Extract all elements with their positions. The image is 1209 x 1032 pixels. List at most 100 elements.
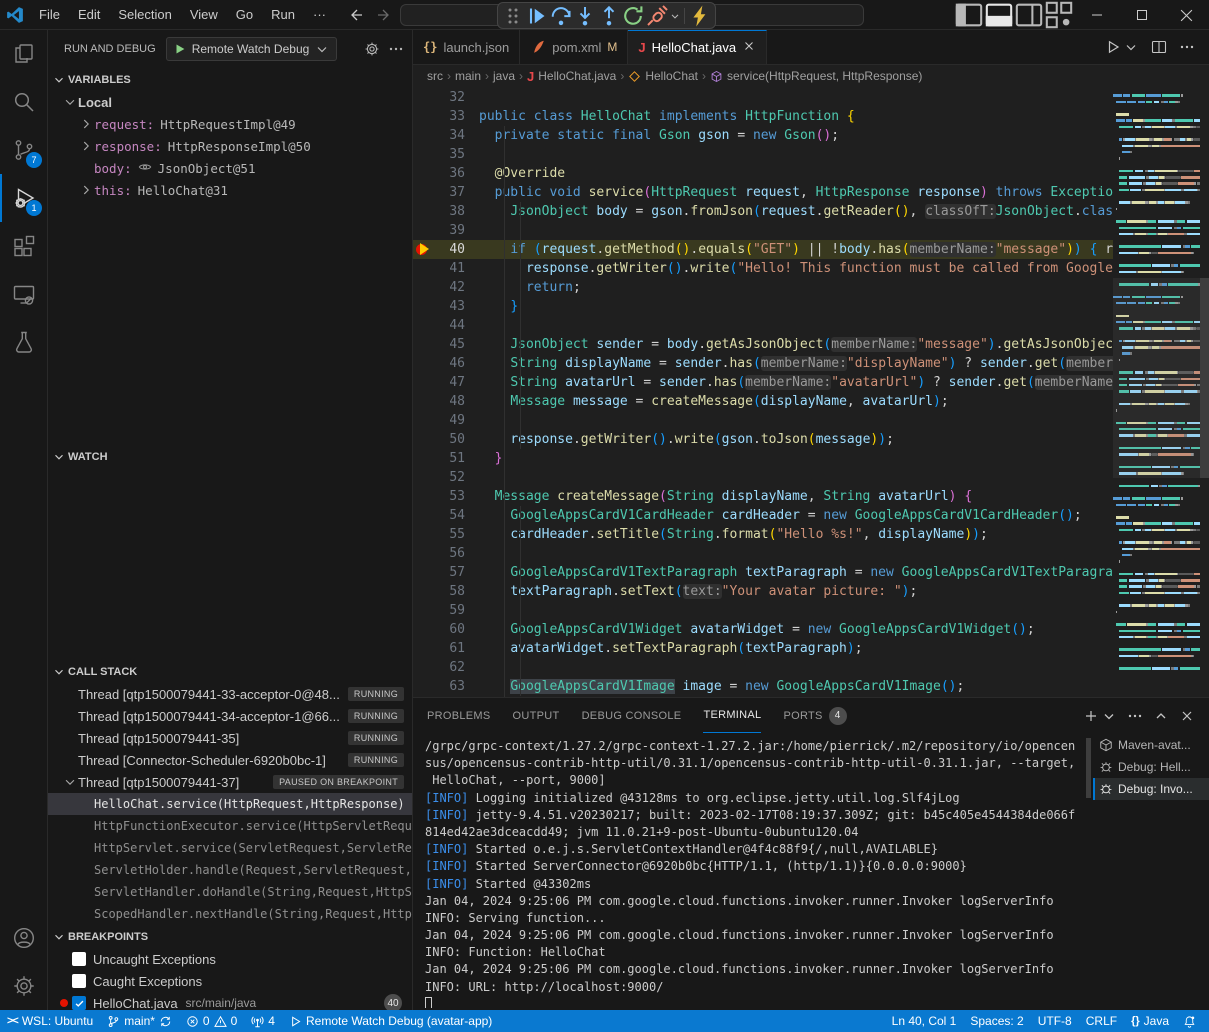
activity-accounts[interactable] — [0, 914, 48, 962]
editor-scrollbar[interactable] — [1200, 88, 1209, 697]
status-problems[interactable]: 00 — [179, 1010, 244, 1032]
thread-row[interactable]: Thread [qtp1500079441-35]RUNNING — [48, 727, 412, 749]
line-number[interactable]: 44 — [435, 316, 479, 335]
maximize-panel-icon[interactable] — [1153, 708, 1169, 724]
close-window-button[interactable] — [1164, 0, 1209, 30]
panel-tab-ports[interactable]: PORTS4 — [783, 698, 846, 733]
line-number[interactable]: 55 — [435, 525, 479, 544]
line-number[interactable]: 36 — [435, 164, 479, 183]
panel-tab-output[interactable]: OUTPUT — [513, 698, 560, 733]
start-debug-icon[interactable] — [173, 42, 187, 56]
status-debug-session[interactable]: Remote Watch Debug (avatar-app) — [282, 1010, 499, 1032]
activity-extensions[interactable] — [0, 222, 48, 270]
line-number[interactable]: 51 — [435, 449, 479, 468]
status-language-mode[interactable]: {}Java — [1124, 1010, 1176, 1032]
gutter-glyph[interactable] — [413, 221, 435, 240]
gutter-glyph[interactable] — [413, 411, 435, 430]
status-git-branch[interactable]: main* — [100, 1010, 179, 1032]
line-number[interactable]: 48 — [435, 392, 479, 411]
breadcrumb-item[interactable]: java — [493, 69, 515, 83]
line-number[interactable]: 41 — [435, 259, 479, 278]
thread-row[interactable]: Thread [qtp1500079441-33-acceptor-0@48..… — [48, 683, 412, 705]
gutter-glyph[interactable] — [413, 335, 435, 354]
tab-launch-json[interactable]: {}launch.json — [413, 30, 520, 64]
status-forwarded-ports[interactable]: 4 — [244, 1010, 282, 1032]
step-out-button[interactable] — [597, 4, 621, 27]
gutter-glyph[interactable] — [413, 487, 435, 506]
breadcrumb[interactable]: src›main›java›JHelloChat.java›HelloChat›… — [413, 65, 1209, 87]
status-encoding[interactable]: UTF-8 — [1031, 1010, 1079, 1032]
status-indentation[interactable]: Spaces: 2 — [963, 1010, 1030, 1032]
breakpoint-row[interactable]: HelloChat.javasrc/main/java40 — [48, 992, 412, 1010]
gutter-glyph[interactable] — [413, 449, 435, 468]
toggle-sidebar-icon[interactable] — [954, 0, 984, 30]
line-number[interactable]: 59 — [435, 601, 479, 620]
breadcrumb-item[interactable]: service(HttpRequest, HttpResponse) — [710, 69, 922, 83]
line-number[interactable]: 32 — [435, 88, 479, 107]
line-number[interactable]: 43 — [435, 297, 479, 316]
stack-frame-row[interactable]: ScopedHandler.nextHandle(String,Request,… — [48, 903, 412, 925]
breadcrumb-item[interactable]: JHelloChat.java — [527, 69, 616, 84]
thread-row[interactable]: Thread [qtp1500079441-34-acceptor-1@66..… — [48, 705, 412, 727]
line-number[interactable]: 53 — [435, 487, 479, 506]
maximize-button[interactable] — [1119, 0, 1164, 30]
breadcrumb-item[interactable]: HelloChat — [628, 69, 698, 83]
more-actions-icon[interactable] — [1179, 39, 1195, 55]
menu-selection[interactable]: Selection — [109, 4, 180, 26]
split-editor-icon[interactable] — [1151, 39, 1167, 55]
activity-search[interactable] — [0, 78, 48, 126]
line-number[interactable]: 54 — [435, 506, 479, 525]
line-number[interactable]: 47 — [435, 373, 479, 392]
close-tab-icon[interactable] — [742, 39, 756, 56]
terminal-output[interactable]: /grpc/grpc-context/1.27.2/grpc-context-1… — [425, 738, 1085, 1008]
back-arrow-icon[interactable] — [349, 7, 365, 23]
minimap[interactable] — [1113, 88, 1200, 697]
gutter-glyph[interactable] — [413, 164, 435, 183]
gutter-glyph[interactable] — [413, 525, 435, 544]
line-number[interactable]: 40 — [435, 240, 479, 259]
gutter-glyph[interactable] — [413, 107, 435, 126]
activity-settings[interactable] — [0, 962, 48, 1010]
line-number[interactable]: 61 — [435, 639, 479, 658]
gutter-glyph[interactable] — [413, 544, 435, 563]
line-number[interactable]: 35 — [435, 145, 479, 164]
gutter-glyph[interactable] — [413, 430, 435, 449]
menu-file[interactable]: File — [30, 4, 69, 26]
terminal-list-item[interactable]: Debug: Invo... — [1093, 778, 1209, 800]
gutter-glyph[interactable] — [413, 278, 435, 297]
line-number[interactable]: 39 — [435, 221, 479, 240]
line-number[interactable]: 45 — [435, 335, 479, 354]
line-number[interactable]: 58 — [435, 582, 479, 601]
gutter-glyph[interactable] — [413, 202, 435, 221]
terminal-list-item[interactable]: Maven-avat... — [1093, 734, 1209, 756]
step-into-button[interactable] — [573, 4, 597, 27]
gutter-glyph[interactable] — [413, 373, 435, 392]
menu-view[interactable]: View — [181, 4, 227, 26]
gutter-glyph[interactable] — [413, 658, 435, 677]
line-number[interactable]: 57 — [435, 563, 479, 582]
stack-frame-row[interactable]: ServletHandler.doHandle(String,Request,H… — [48, 881, 412, 903]
line-number[interactable]: 34 — [435, 126, 479, 145]
run-file-button[interactable] — [1105, 39, 1139, 55]
toggle-panel-icon[interactable] — [984, 0, 1014, 30]
menu-run[interactable]: Run — [262, 4, 304, 26]
gutter-glyph[interactable] — [413, 354, 435, 373]
line-number[interactable]: 62 — [435, 658, 479, 677]
forward-arrow-icon[interactable] — [375, 7, 391, 23]
gutter-glyph[interactable] — [413, 601, 435, 620]
menu-go[interactable]: Go — [227, 4, 262, 26]
gutter-glyph[interactable] — [413, 145, 435, 164]
status-notifications[interactable] — [1176, 1010, 1203, 1032]
stack-frame-row[interactable]: HttpServlet.service(ServletRequest,Servl… — [48, 837, 412, 859]
terminal-scrollbar[interactable] — [1086, 738, 1091, 798]
disconnect-button[interactable] — [645, 4, 669, 27]
gutter-glyph[interactable] — [413, 126, 435, 145]
gutter-glyph[interactable] — [413, 620, 435, 639]
breakpoint-checkbox[interactable] — [72, 974, 86, 988]
breakpoint-row[interactable]: Caught Exceptions — [48, 970, 412, 992]
more-actions-icon[interactable] — [1127, 708, 1143, 724]
minimize-button[interactable] — [1074, 0, 1119, 30]
stack-frame-row[interactable]: ServletHolder.handle(Request,ServletRequ… — [48, 859, 412, 881]
menu-edit[interactable]: Edit — [69, 4, 109, 26]
continue-button[interactable] — [525, 4, 549, 27]
